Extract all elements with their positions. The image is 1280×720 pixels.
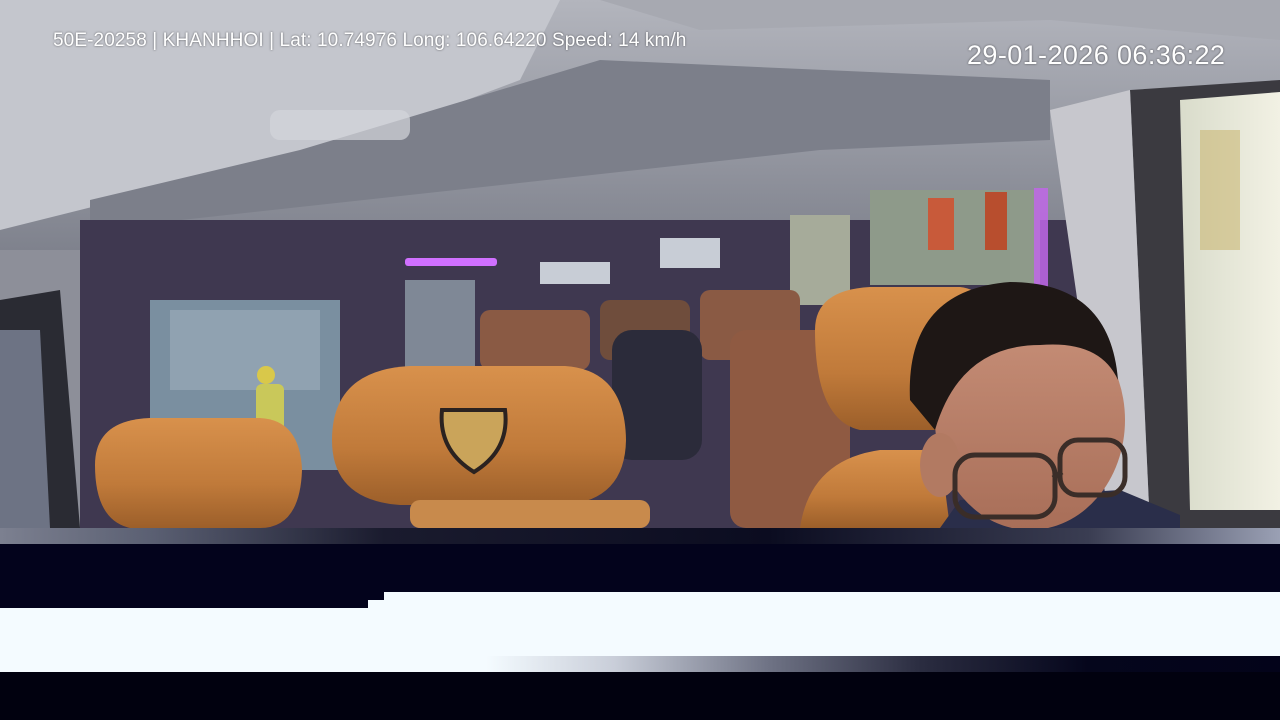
rear-seat xyxy=(480,310,590,370)
van-interior-scene xyxy=(0,0,1280,528)
led-sign xyxy=(1034,188,1048,288)
video-artifact-bottom xyxy=(0,672,1280,720)
video-artifact-band xyxy=(0,528,1280,544)
dashcam-timestamp: 29-01-2026 06:36:22 xyxy=(967,40,1226,70)
rear-window xyxy=(405,280,475,370)
video-artifact-white xyxy=(0,608,1280,656)
street-view xyxy=(1200,130,1240,250)
pedestrian-helmet xyxy=(257,366,275,384)
led-strip xyxy=(405,258,497,266)
window-sky xyxy=(170,310,320,390)
storefront xyxy=(928,198,954,250)
side-window-far xyxy=(870,190,1040,285)
headrest-left xyxy=(95,418,302,528)
rear-windshield-2 xyxy=(660,238,720,268)
video-artifact-notch xyxy=(368,600,384,608)
cabin-light xyxy=(270,110,410,140)
dashcam-frame: 50E-20258 | KHANHHOI | Lat: 10.74976 Lon… xyxy=(0,0,1280,528)
rear-windshield xyxy=(540,262,610,284)
storefront-2 xyxy=(985,192,1007,250)
side-window-right xyxy=(790,215,850,305)
seat-back-center xyxy=(410,500,650,528)
dashcam-info-overlay: 50E-20258 | KHANHHOI | Lat: 10.74976 Lon… xyxy=(53,30,687,51)
video-artifact-white-top xyxy=(384,592,1280,608)
video-artifact-noise xyxy=(0,656,1280,672)
